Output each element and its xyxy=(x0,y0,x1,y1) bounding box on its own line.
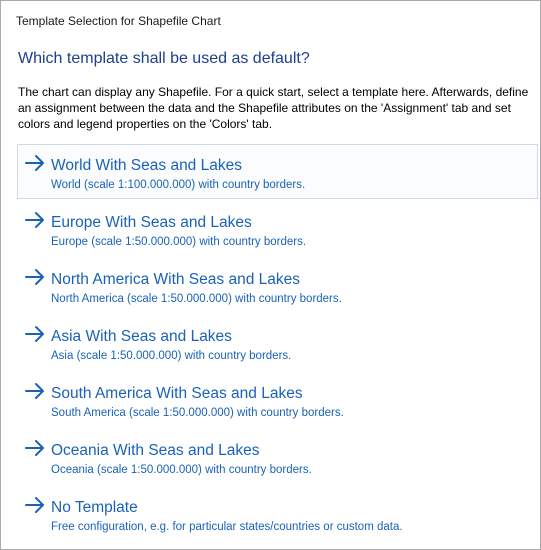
description-text: The chart can display any Shapefile. For… xyxy=(18,85,529,131)
option-world[interactable]: World With Seas and Lakes World (scale 1… xyxy=(17,144,538,199)
page-heading: Which template shall be used as default? xyxy=(18,50,310,67)
option-subtitle: Europe (scale 1:50.000.000) with country… xyxy=(51,236,307,248)
arrow-right-icon xyxy=(25,383,44,399)
arrow-right-icon xyxy=(25,155,44,171)
option-title: World With Seas and Lakes xyxy=(51,157,242,174)
option-south-america[interactable]: South America With Seas and Lakes South … xyxy=(17,372,538,427)
option-asia[interactable]: Asia With Seas and Lakes Asia (scale 1:5… xyxy=(17,315,538,370)
option-title: South America With Seas and Lakes xyxy=(51,385,303,402)
template-options-list: World With Seas and Lakes World (scale 1… xyxy=(17,144,538,543)
option-oceania[interactable]: Oceania With Seas and Lakes Oceania (sca… xyxy=(17,429,538,484)
option-title: North America With Seas and Lakes xyxy=(51,271,300,288)
option-subtitle: Oceania (scale 1:50.000.000) with countr… xyxy=(51,464,312,476)
option-north-america[interactable]: North America With Seas and Lakes North … xyxy=(17,258,538,313)
option-subtitle: World (scale 1:100.000.000) with country… xyxy=(51,179,306,191)
title-bar[interactable]: Template Selection for Shapefile Chart xyxy=(1,1,540,32)
arrow-right-icon xyxy=(25,212,44,228)
option-subtitle: South America (scale 1:50.000.000) with … xyxy=(51,407,344,419)
arrow-right-icon xyxy=(25,497,44,513)
option-title: Europe With Seas and Lakes xyxy=(51,214,252,231)
option-title: No Template xyxy=(51,499,138,516)
option-subtitle: North America (scale 1:50.000.000) with … xyxy=(51,293,342,305)
option-europe[interactable]: Europe With Seas and Lakes Europe (scale… xyxy=(17,201,538,256)
arrow-right-icon xyxy=(25,440,44,456)
option-title: Oceania With Seas and Lakes xyxy=(51,442,260,459)
option-subtitle: Free configuration, e.g. for particular … xyxy=(51,521,403,533)
arrow-right-icon xyxy=(25,269,44,285)
window-title: Template Selection for Shapefile Chart xyxy=(16,14,221,28)
arrow-right-icon xyxy=(25,326,44,342)
template-selection-dialog: Template Selection for Shapefile Chart W… xyxy=(0,0,541,550)
option-subtitle: Asia (scale 1:50.000.000) with country b… xyxy=(51,350,292,362)
option-no-template[interactable]: No Template Free configuration, e.g. for… xyxy=(17,486,538,541)
option-title: Asia With Seas and Lakes xyxy=(51,328,232,345)
